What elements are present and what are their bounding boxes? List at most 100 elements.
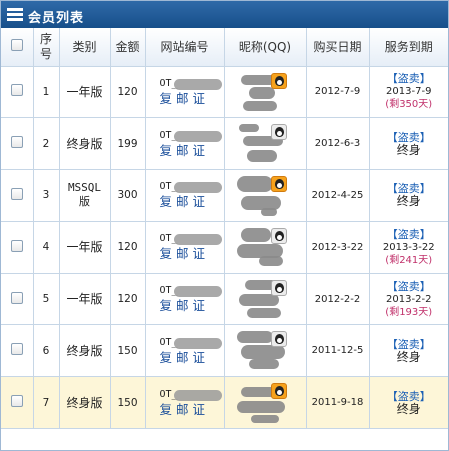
table-row: 3 MSSQL版 300 OT_ 复邮证 2012-4-25 【盗卖】 终身 (1, 169, 448, 222)
qq-status-icon[interactable] (270, 279, 287, 296)
row-type: 终身版 (59, 376, 111, 430)
cert-link[interactable]: 证 (193, 350, 210, 365)
redacted-nickname (238, 124, 259, 133)
mail-link[interactable]: 邮 (176, 194, 193, 209)
pirate-link[interactable]: 【盗卖】 (370, 390, 449, 403)
row-number: 1 (33, 66, 60, 119)
row-buy-date: 2012-4-25 (306, 169, 370, 222)
row-buy-date: 2012-2-2 (306, 273, 370, 326)
copy-link[interactable]: 复 (160, 246, 177, 261)
cert-link[interactable]: 证 (193, 298, 210, 313)
select-all-cell (1, 28, 34, 67)
row-number: 7 (33, 376, 60, 430)
mail-link[interactable]: 邮 (176, 298, 193, 313)
row-service-expire: 【盗卖】 2013-3-22 (剩241天) (369, 221, 449, 274)
days-remaining: (剩350天) (385, 99, 433, 111)
copy-link[interactable]: 复 (160, 298, 177, 313)
row-checkbox[interactable] (10, 84, 23, 97)
row-amount: 120 (110, 221, 146, 274)
row-site-id: OT_ 复邮证 (145, 221, 225, 274)
cert-link[interactable]: 证 (193, 143, 210, 158)
cert-link[interactable]: 证 (193, 402, 210, 417)
row-number: 5 (33, 273, 60, 326)
row-checkbox[interactable] (10, 136, 23, 149)
row-select-cell (1, 66, 34, 119)
qq-status-icon[interactable] (270, 331, 287, 348)
expire-date: 2013-7-9 (386, 86, 432, 98)
pirate-link[interactable]: 【盗卖】 (370, 131, 449, 144)
redacted-site-code (173, 389, 222, 401)
cert-link[interactable]: 证 (193, 91, 210, 106)
days-remaining: (剩193天) (385, 306, 433, 318)
mail-link[interactable]: 邮 (176, 143, 193, 158)
row-service-expire: 【盗卖】 2013-2-2 (剩193天) (369, 273, 449, 326)
table-row: 7 终身版 150 OT_ 复邮证 2011-9-18 【盗卖】 终身 (1, 376, 449, 430)
copy-link[interactable]: 复 (160, 402, 177, 417)
mail-link[interactable]: 邮 (176, 246, 193, 261)
table-row: 5 一年版 120 OT_ 复邮证 2012-2-2 【盗卖】 2013-2-2 (剩193天) (1, 273, 449, 326)
select-all-checkbox[interactable] (10, 39, 23, 52)
row-nickname (224, 117, 307, 171)
pirate-link[interactable]: 【盗卖】 (370, 280, 449, 293)
row-number: 2 (33, 117, 60, 171)
qq-status-icon[interactable] (270, 124, 287, 141)
col-header-buy-date: 购买日期 (306, 28, 370, 67)
list-icon (7, 8, 23, 21)
mail-link[interactable]: 邮 (176, 402, 193, 417)
qq-status-icon[interactable] (270, 227, 287, 244)
redacted-site-code (173, 78, 222, 90)
pirate-link[interactable]: 【盗卖】 (370, 338, 449, 351)
row-select-cell (1, 117, 34, 171)
row-type: 终身版 (59, 324, 111, 378)
row-site-id: OT_ 复邮证 (145, 169, 225, 222)
row-checkbox[interactable] (10, 291, 23, 304)
copy-link[interactable]: 复 (160, 350, 177, 365)
pirate-link[interactable]: 【盗卖】 (370, 228, 449, 241)
mail-link[interactable]: 邮 (176, 91, 193, 106)
cert-link[interactable]: 证 (193, 246, 210, 261)
redacted-nickname (236, 401, 285, 414)
copy-link[interactable]: 复 (160, 91, 177, 106)
expire-lifetime: 终身 (396, 401, 421, 416)
row-number: 4 (33, 221, 60, 274)
mail-link[interactable]: 邮 (176, 350, 193, 365)
row-checkbox[interactable] (10, 343, 23, 356)
row-site-id: OT_ 复邮证 (145, 273, 225, 326)
table-row: 6 终身版 150 OT_ 复邮证 2011-12-5 【盗卖】 终身 (1, 324, 449, 378)
row-service-expire: 【盗卖】 终身 (369, 169, 448, 222)
redacted-nickname (258, 255, 283, 266)
row-site-id: OT_ 复邮证 (145, 376, 225, 430)
pirate-link[interactable]: 【盗卖】 (370, 72, 449, 85)
table-row: 4 一年版 120 OT_ 复邮证 2012-3-22 【盗卖】 2013-3-22 (剩241… (1, 221, 449, 274)
col-header-type: 类别 (59, 28, 111, 67)
qq-status-icon[interactable] (270, 176, 287, 193)
copy-link[interactable]: 复 (160, 143, 177, 158)
redacted-nickname (248, 86, 275, 99)
expire-date: 2013-3-22 (382, 241, 435, 253)
row-buy-date: 2012-7-9 (306, 66, 370, 119)
redacted-nickname (260, 208, 277, 217)
row-type: 终身版 (59, 117, 111, 171)
row-amount: 120 (110, 273, 146, 326)
row-amount: 120 (110, 66, 146, 119)
member-table: 序号 类别 金额 网站编号 昵称(QQ) 购买日期 服务到期 1 一年版 120 OT… (1, 28, 449, 430)
row-nickname (224, 376, 307, 430)
row-select-cell (1, 169, 34, 222)
qq-status-icon[interactable] (270, 72, 287, 89)
redacted-site-code (173, 182, 222, 194)
expire-lifetime: 终身 (396, 194, 421, 209)
col-header-expire: 服务到期 (369, 28, 448, 67)
row-checkbox[interactable] (10, 395, 23, 408)
redacted-site-code (173, 337, 222, 349)
row-select-cell (1, 376, 34, 430)
row-checkbox[interactable] (10, 239, 23, 252)
qq-status-icon[interactable] (270, 383, 287, 400)
row-checkbox[interactable] (10, 187, 23, 200)
col-header-site-id: 网站编号 (145, 28, 225, 67)
copy-link[interactable]: 复 (160, 194, 177, 209)
row-site-id: OT_ 复邮证 (145, 324, 225, 378)
redacted-site-code (173, 234, 222, 246)
table-header-row: 序号 类别 金额 网站编号 昵称(QQ) 购买日期 服务到期 (1, 28, 448, 67)
row-service-expire: 【盗卖】 终身 (369, 117, 449, 171)
cert-link[interactable]: 证 (193, 194, 210, 209)
